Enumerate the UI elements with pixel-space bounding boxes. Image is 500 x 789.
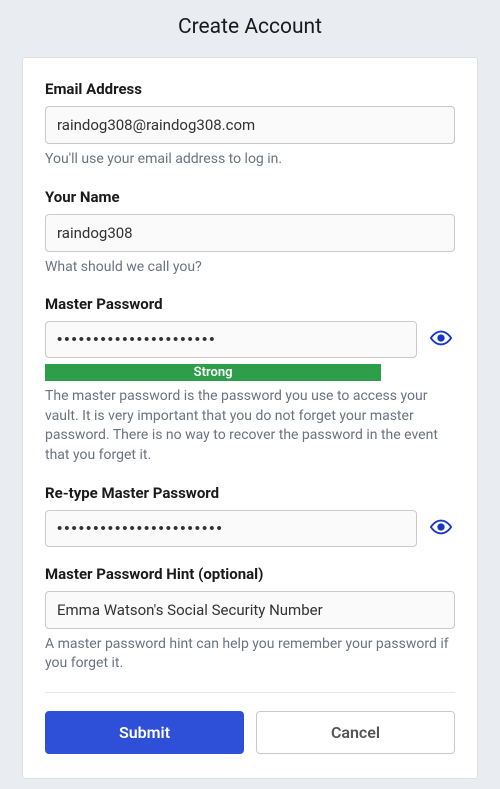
divider: [45, 692, 455, 693]
email-group: Email Address You'll use your email addr…: [45, 80, 455, 170]
name-field[interactable]: [45, 214, 455, 252]
submit-button[interactable]: Submit: [45, 711, 244, 754]
name-group: Your Name What should we call you?: [45, 188, 455, 278]
password-helper: The master password is the password you …: [45, 387, 455, 465]
password-strength-bar: Strong: [45, 364, 381, 381]
name-label: Your Name: [45, 188, 455, 206]
hint-helper: A master password hint can help you reme…: [45, 635, 455, 674]
password-confirm-row: [45, 510, 455, 547]
toggle-password-visibility[interactable]: [427, 326, 455, 354]
cancel-button[interactable]: Cancel: [256, 711, 455, 754]
password-label: Master Password: [45, 295, 455, 313]
password-group: Master Password Strong The master passwo…: [45, 295, 455, 465]
page-title: Create Account: [0, 0, 500, 57]
eye-icon: [430, 327, 452, 352]
hint-field[interactable]: [45, 591, 455, 629]
password-confirm-group: Re-type Master Password: [45, 484, 455, 547]
password-confirm-field[interactable]: [45, 510, 417, 547]
email-helper: You'll use your email address to log in.: [45, 150, 455, 170]
password-confirm-label: Re-type Master Password: [45, 484, 455, 502]
toggle-password-confirm-visibility[interactable]: [427, 514, 455, 542]
password-row: [45, 321, 455, 358]
password-field[interactable]: [45, 321, 417, 358]
hint-label: Master Password Hint (optional): [45, 565, 455, 583]
name-helper: What should we call you?: [45, 258, 455, 278]
eye-icon: [430, 516, 452, 541]
email-field[interactable]: [45, 106, 455, 144]
button-row: Submit Cancel: [45, 711, 455, 754]
email-label: Email Address: [45, 80, 455, 98]
create-account-card: Email Address You'll use your email addr…: [22, 57, 478, 779]
hint-group: Master Password Hint (optional) A master…: [45, 565, 455, 674]
